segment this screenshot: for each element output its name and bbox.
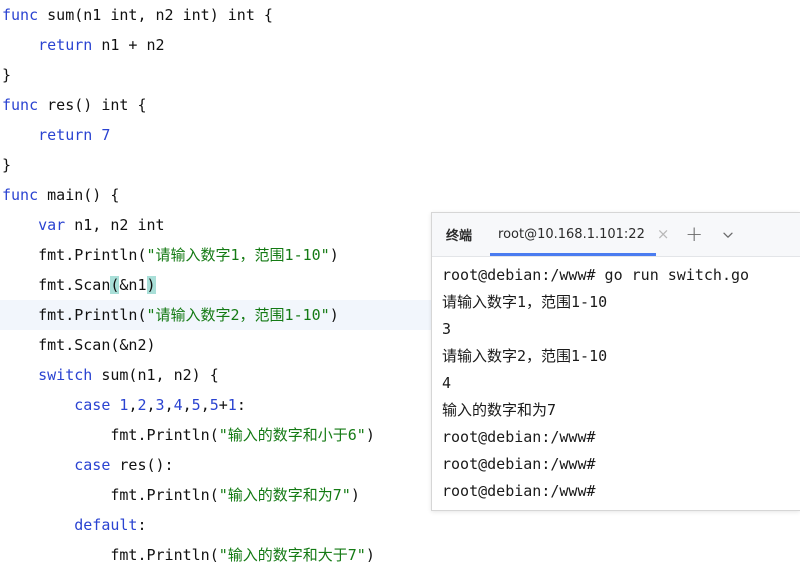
terminal-line: root@debian:/www#: [442, 455, 596, 473]
code-line[interactable]: default:: [0, 510, 800, 540]
code-token: n1, n2 int: [65, 216, 165, 234]
code-token: fmt.Scan(&n2): [2, 336, 156, 354]
code-token: &n1: [119, 276, 147, 294]
terminal-panel: 终端 root@10.168.1.101:22 × + root@debian:…: [431, 212, 800, 511]
code-token: "输入的数字和小于6": [218, 426, 366, 444]
terminal-line: root@debian:/www# go run switch.go: [442, 266, 750, 284]
terminal-line: 3: [442, 320, 452, 338]
code-line[interactable]: fmt.Println("输入的数字和大于7"): [0, 540, 800, 570]
code-token: fmt.Println(: [2, 306, 147, 324]
active-tab-underline: [490, 253, 656, 256]
code-token: ): [365, 546, 375, 564]
code-token: switch: [38, 366, 93, 384]
code-token: fmt.Scan: [2, 276, 111, 294]
code-token: fmt.Println(: [2, 426, 219, 444]
code-token: 5: [209, 396, 219, 414]
terminal-line: 请输入数字2，范围1-10: [442, 347, 608, 365]
code-token: 2: [137, 396, 147, 414]
code-token: var: [38, 216, 66, 234]
code-token: 1: [227, 396, 237, 414]
code-token: 3: [155, 396, 165, 414]
code-token: "输入的数字和为7": [218, 486, 351, 504]
code-line[interactable]: func main() {: [0, 180, 800, 210]
screen-root: func sum(n1 int, n2 int) int { return n1…: [0, 0, 800, 570]
terminal-output[interactable]: root@debian:/www# go run switch.go 请输入数字1…: [432, 257, 800, 505]
code-token: fmt.Println(: [2, 546, 219, 564]
code-token: }: [2, 156, 12, 174]
code-token: default: [74, 516, 138, 534]
terminal-panel-label: 终端: [446, 229, 473, 244]
code-token: sum(n1, n2) {: [92, 366, 219, 384]
code-token: :: [236, 396, 246, 414]
terminal-line: 输入的数字和为7: [442, 401, 557, 419]
code-line[interactable]: func sum(n1 int, n2 int) int {: [0, 0, 800, 30]
terminal-line: 4: [442, 374, 452, 392]
code-token: "请输入数字2，范围1-10": [146, 306, 330, 324]
code-token: main() {: [47, 186, 120, 204]
code-token: ,: [146, 396, 156, 414]
code-token: case: [74, 396, 111, 414]
code-token: fmt.Println(: [2, 246, 147, 264]
chevron-down-icon[interactable]: [721, 228, 735, 242]
close-icon[interactable]: ×: [657, 227, 670, 242]
code-token: func: [2, 96, 48, 114]
code-token: 7: [101, 126, 111, 144]
code-token: ): [365, 426, 375, 444]
code-line[interactable]: }: [0, 150, 800, 180]
code-token: "输入的数字和大于7": [218, 546, 366, 564]
code-token: return: [38, 36, 93, 54]
code-token: 5: [191, 396, 201, 414]
add-tab-icon[interactable]: +: [685, 224, 703, 245]
terminal-line: 请输入数字1，范围1-10: [442, 293, 608, 311]
code-token: ,: [164, 396, 174, 414]
code-token: }: [2, 66, 12, 84]
code-line[interactable]: }: [0, 60, 800, 90]
code-token: :: [137, 516, 147, 534]
code-token: func: [2, 6, 48, 24]
terminal-tab-title: root@10.168.1.101:22: [498, 227, 645, 242]
terminal-tab-bar: 终端 root@10.168.1.101:22 × +: [432, 213, 800, 257]
code-token: ): [329, 246, 339, 264]
code-token: return: [38, 126, 93, 144]
code-line[interactable]: func res() int {: [0, 90, 800, 120]
code-token: ): [146, 276, 156, 294]
code-token: case: [74, 456, 111, 474]
code-token: ,: [200, 396, 210, 414]
code-token: res():: [110, 456, 174, 474]
code-token: +: [218, 396, 228, 414]
code-line[interactable]: return n1 + n2: [0, 30, 800, 60]
code-token: fmt.Println(: [2, 486, 219, 504]
code-token: ,: [182, 396, 192, 414]
terminal-line: root@debian:/www#: [442, 482, 596, 500]
code-token: n1 + n2: [92, 36, 165, 54]
code-token: "请输入数字1，范围1-10": [146, 246, 330, 264]
terminal-tab-active[interactable]: root@10.168.1.101:22 ×: [498, 213, 669, 257]
terminal-line: root@debian:/www#: [442, 428, 596, 446]
code-token: 4: [173, 396, 183, 414]
code-line[interactable]: return 7: [0, 120, 800, 150]
code-token: func: [2, 186, 48, 204]
code-token: res() int {: [47, 96, 147, 114]
code-token: sum(n1 int, n2 int) int {: [47, 6, 273, 24]
code-token: ): [350, 486, 360, 504]
code-token: ): [329, 306, 339, 324]
